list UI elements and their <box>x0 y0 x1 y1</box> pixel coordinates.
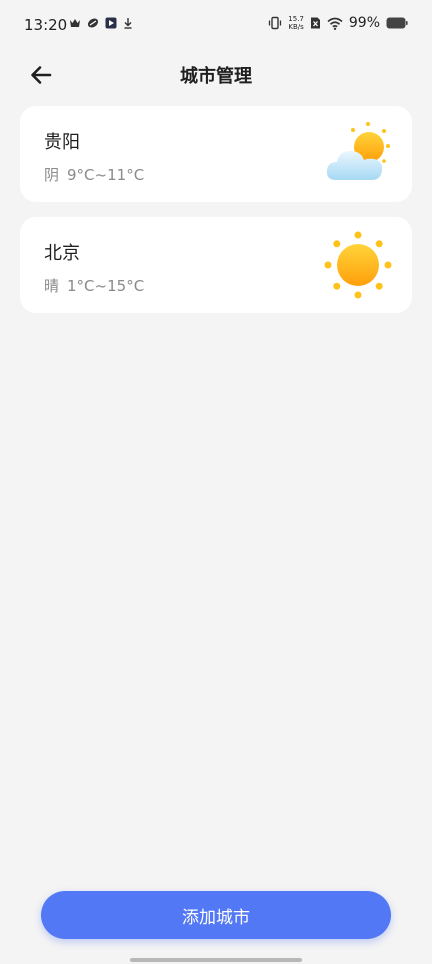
weather-condition: 晴 <box>44 277 60 295</box>
download-icon <box>124 18 132 29</box>
status-time: 13:20 <box>24 16 68 34</box>
sunny-icon <box>324 231 392 299</box>
network-speed-value: 15.7 <box>288 15 304 23</box>
city-card-beijing[interactable]: 北京 晴 1°C~15°C <box>20 217 412 313</box>
leaf-app-icon <box>87 18 99 28</box>
city-management-screen: 13:20 15.7 KB/s 99% 城市管理 贵阳 阴 9°C~11°C 北… <box>0 0 432 964</box>
network-speed: 15.7 KB/s <box>288 15 304 31</box>
page-header: 城市管理 <box>0 52 432 96</box>
play-app-icon <box>105 17 117 29</box>
city-weather-summary: 晴 1°C~15°C <box>44 275 144 296</box>
weather-condition: 阴 <box>44 166 60 184</box>
temperature-range: 9°C~11°C <box>67 166 145 184</box>
home-indicator[interactable] <box>130 958 302 962</box>
page-title: 城市管理 <box>180 66 252 87</box>
status-bar: 13:20 15.7 KB/s 99% <box>0 0 432 52</box>
sim-off-icon <box>310 17 320 29</box>
battery-icon <box>386 17 408 29</box>
wifi-icon <box>327 17 343 30</box>
city-name: 北京 <box>44 243 80 264</box>
city-weather-summary: 阴 9°C~11°C <box>44 164 144 185</box>
notification-icons <box>69 17 133 29</box>
crown-icon <box>70 19 80 27</box>
add-city-button[interactable]: 添加城市 <box>41 891 391 939</box>
partly-cloudy-icon <box>326 122 390 180</box>
vibrate-icon <box>269 16 282 30</box>
city-card-guiyang[interactable]: 贵阳 阴 9°C~11°C <box>20 106 412 202</box>
temperature-range: 1°C~15°C <box>67 277 145 295</box>
battery-percentage: 99% <box>348 15 380 31</box>
network-speed-unit: KB/s <box>288 23 304 31</box>
system-indicators: 15.7 KB/s 99% <box>268 15 408 31</box>
city-name: 贵阳 <box>44 132 80 153</box>
